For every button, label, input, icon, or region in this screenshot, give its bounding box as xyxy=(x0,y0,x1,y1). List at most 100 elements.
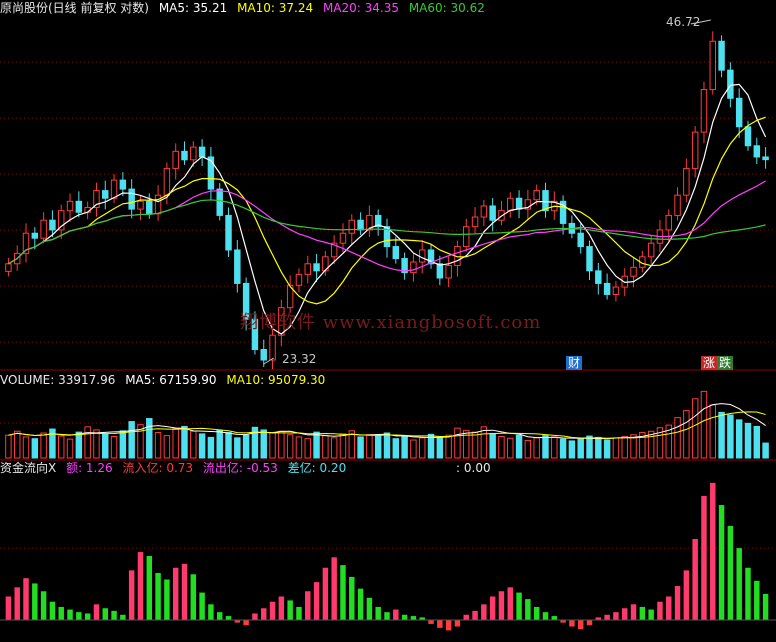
volume-bar xyxy=(463,429,470,459)
fund-flow-bar xyxy=(463,614,469,620)
fund-flow-bar xyxy=(736,548,742,620)
candle-body xyxy=(295,273,303,286)
volume-bar xyxy=(595,436,602,459)
fund-flow-bar xyxy=(445,620,452,631)
fund-flow-bar xyxy=(49,601,56,620)
candle-body xyxy=(577,232,584,248)
fund-flow-bar xyxy=(137,552,144,620)
candle-body xyxy=(418,249,426,263)
fund-flow-bar xyxy=(428,620,434,624)
candle-body xyxy=(718,40,725,71)
volume-bar xyxy=(586,435,593,459)
volume-bar xyxy=(84,426,91,459)
candle-body xyxy=(691,131,699,169)
fund-flow-bar xyxy=(754,580,760,620)
ma20-label: MA20: 34.35 xyxy=(322,1,399,15)
fund-flow-bar xyxy=(340,565,346,620)
volume-ma5-label: MA5: 67159.90 xyxy=(125,373,217,387)
volume-bar xyxy=(330,437,338,459)
fund-flow-bar xyxy=(437,620,443,628)
candle-body xyxy=(66,200,74,212)
candle-body xyxy=(137,200,144,210)
zhang-marker[interactable]: 涨 xyxy=(701,356,718,370)
candle-body xyxy=(75,200,83,213)
volume-bar xyxy=(242,434,250,459)
candle-body xyxy=(102,190,109,199)
volume-bar xyxy=(313,431,320,459)
candle-body xyxy=(489,205,496,221)
volume-bar xyxy=(515,434,523,459)
volume-bar xyxy=(700,390,708,459)
candle-body xyxy=(392,246,400,260)
fund-flow-bar xyxy=(181,563,188,620)
volume-bar xyxy=(322,435,329,459)
candle-body xyxy=(515,197,523,210)
fund-flow-bar xyxy=(269,601,276,620)
candle-body xyxy=(181,150,188,161)
candle-body xyxy=(630,266,637,277)
candle-body xyxy=(216,188,223,216)
fund-flow-bar xyxy=(261,608,267,620)
fund-flow-bar xyxy=(102,608,108,620)
volume-panel-header: VOLUME: 33917.96 MA5: 67159.90 MA10: 950… xyxy=(0,373,331,387)
candle-body xyxy=(762,156,769,161)
ma10-label: MA10: 37.24 xyxy=(237,1,314,15)
volume-bar xyxy=(568,440,576,459)
candle-body xyxy=(207,156,215,190)
fund-flow-bar xyxy=(454,620,461,627)
volume-bar xyxy=(709,404,716,459)
volume-bar xyxy=(163,435,171,459)
fund-flow-bar xyxy=(516,592,522,620)
candle-body xyxy=(146,200,153,215)
fund-flow-bar xyxy=(384,612,390,620)
fund-flow-bar xyxy=(410,616,417,620)
volume-bar xyxy=(190,430,197,459)
volume-bar xyxy=(445,434,452,459)
fund-flow-bar xyxy=(727,525,734,620)
volume-bar xyxy=(577,438,584,459)
candle-body xyxy=(507,197,514,212)
die-marker[interactable]: 跌 xyxy=(717,356,734,370)
volume-bar xyxy=(471,431,479,459)
volume-bar xyxy=(357,436,364,459)
fund-flow-bar xyxy=(313,582,320,620)
fund-flow-bar xyxy=(58,606,64,620)
stock-name-label: 原尚股份(日线 前复权 对数) xyxy=(0,1,149,15)
volume-bar xyxy=(22,436,30,459)
volume-bar xyxy=(410,439,417,459)
candle-body xyxy=(735,97,743,128)
candle-body xyxy=(727,69,734,99)
fund-flow-bar xyxy=(32,583,38,620)
volume-bar xyxy=(58,435,65,459)
fund-flow-bar xyxy=(551,616,558,620)
fund-flow-bar xyxy=(639,606,646,620)
volume-bar xyxy=(674,417,681,459)
volume-bar xyxy=(207,436,215,459)
volume-bar xyxy=(392,438,400,459)
fund-flow-bar xyxy=(252,613,258,620)
candle-body xyxy=(234,249,241,284)
volume-bar xyxy=(102,433,109,459)
fund-flow-bar xyxy=(683,570,690,620)
candle-body xyxy=(269,334,276,361)
volume-bar xyxy=(339,433,347,459)
fund-diff-label: 差亿: 0.20 xyxy=(287,461,347,475)
volume-bar xyxy=(31,438,39,459)
cai-marker[interactable]: 财 xyxy=(566,356,583,370)
candle-body xyxy=(744,126,752,147)
fund-flow-bar xyxy=(489,596,496,620)
fund-flow-bar xyxy=(23,578,29,620)
candle-body xyxy=(348,219,356,234)
stock-chart[interactable]: 原尚股份(日线 前复权 对数) MA5: 35.21 MA10: 37.24 M… xyxy=(0,0,776,638)
candle-body xyxy=(198,146,206,158)
fund-flow-bar xyxy=(93,604,100,620)
volume-bar xyxy=(401,436,408,459)
candle-body xyxy=(260,349,267,361)
volume-bar xyxy=(718,411,725,459)
fund-flow-bar xyxy=(472,610,478,620)
volume-bar xyxy=(418,437,426,459)
fund-flow-bar xyxy=(172,567,179,620)
volume-ma10-label: MA10: 95079.30 xyxy=(226,373,326,387)
candle-body xyxy=(533,190,540,201)
fund-flow-bar xyxy=(674,586,681,620)
